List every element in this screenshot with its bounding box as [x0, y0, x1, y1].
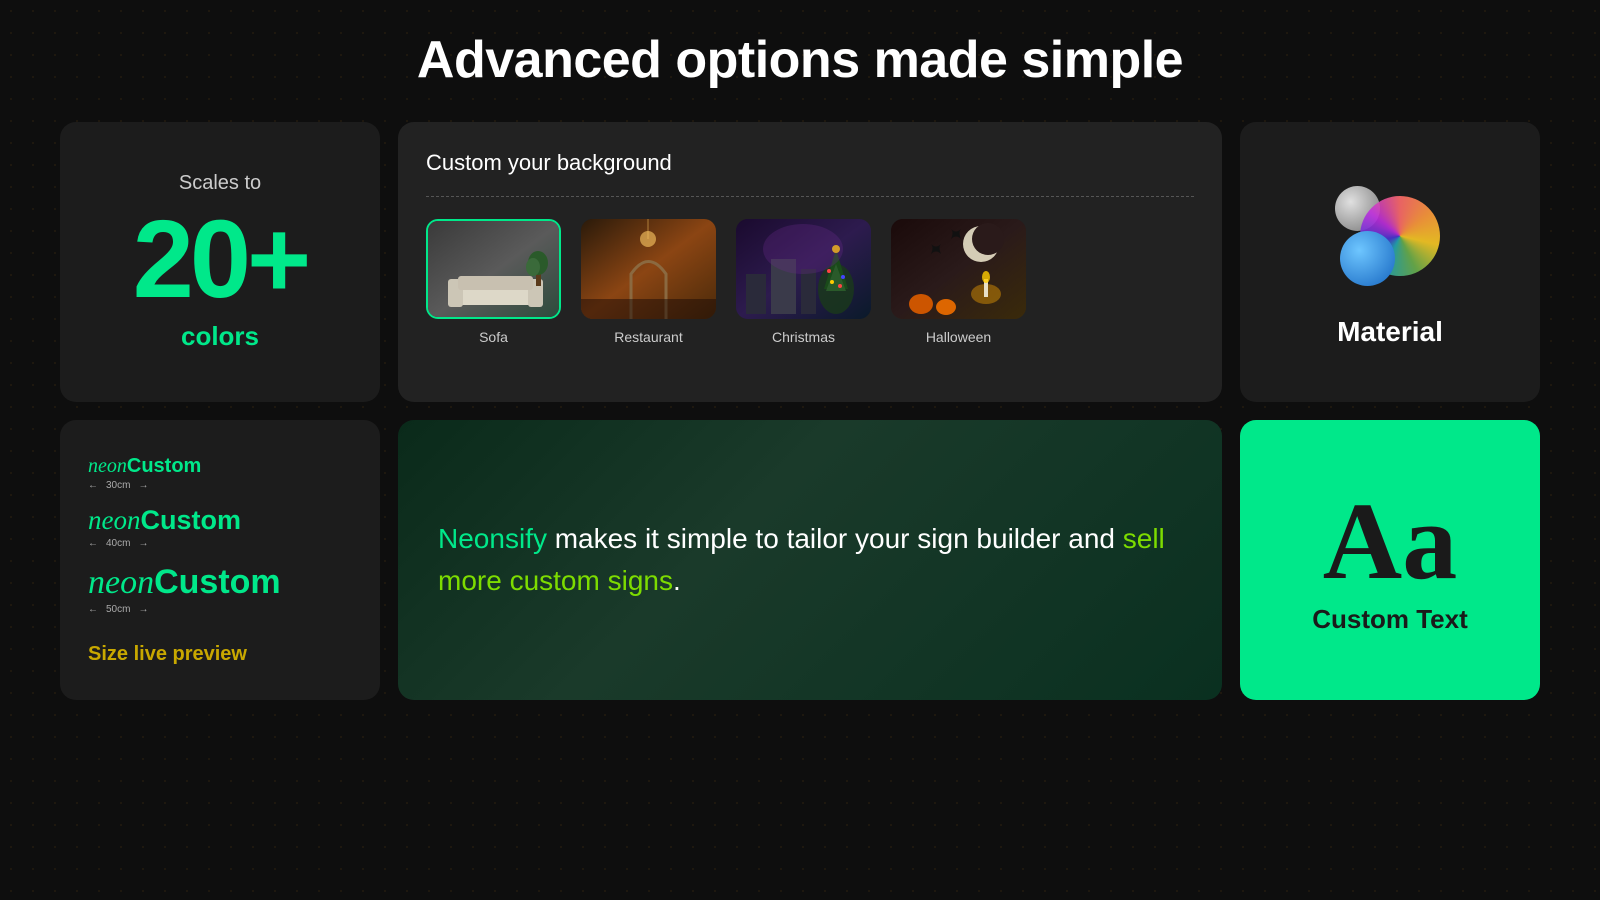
- scales-number: 20+: [133, 205, 308, 315]
- neon-text2: .: [673, 565, 681, 596]
- size-preview-label: Size live preview: [88, 643, 352, 666]
- neon-description-text: Neonsify makes it simple to tailor your …: [438, 518, 1182, 602]
- restaurant-label: Restaurant: [614, 329, 682, 345]
- sofa-label: Sofa: [479, 329, 508, 345]
- aa-display: Aa: [1323, 486, 1457, 596]
- card-size: neonCustom ← 30cm → neonCustom ← 40cm: [60, 420, 380, 700]
- bg-thumb-christmas[interactable]: Christmas: [736, 219, 871, 345]
- christmas-image: [736, 219, 871, 319]
- feature-grid: Scales to 20+ colors Custom your backgro…: [60, 122, 1540, 700]
- scales-label: Scales to: [179, 172, 261, 195]
- page-title: Advanced options made simple: [417, 30, 1183, 90]
- halloween-image: [891, 219, 1026, 319]
- background-title: Custom your background: [426, 150, 1194, 176]
- brand-name: Neonsify: [438, 523, 547, 554]
- sofa-image: [426, 219, 561, 319]
- card-material: Material: [1240, 122, 1540, 402]
- bg-thumb-halloween[interactable]: Halloween: [891, 219, 1026, 345]
- christmas-label: Christmas: [772, 329, 835, 345]
- neon-size-40: neonCustom ← 40cm →: [88, 505, 352, 549]
- card-background: Custom your background: [398, 122, 1222, 402]
- ruler-40: ← 40cm →: [88, 538, 148, 549]
- card-custom-text: Aa Custom Text: [1240, 420, 1540, 700]
- scales-colors: colors: [181, 321, 259, 352]
- background-thumbnails: Sofa: [426, 219, 1194, 345]
- neon-text1: makes it simple to tailor your sign buil…: [547, 523, 1123, 554]
- ruler-50: ← 50cm →: [88, 604, 148, 615]
- neon-size-30: neonCustom ← 30cm →: [88, 455, 352, 491]
- neon-size-50: neonCustom ← 50cm →: [88, 563, 352, 615]
- bg-thumb-restaurant[interactable]: Restaurant: [581, 219, 716, 345]
- custom-text-label: Custom Text: [1312, 604, 1468, 635]
- neon-text-50: neonCustom: [88, 563, 281, 602]
- orb-blue: [1340, 231, 1395, 286]
- halloween-label: Halloween: [926, 329, 991, 345]
- bg-thumb-sofa[interactable]: Sofa: [426, 219, 561, 345]
- neon-text-40: neonCustom: [88, 505, 241, 536]
- restaurant-image: [581, 219, 716, 319]
- ruler-30: ← 30cm →: [88, 480, 148, 491]
- material-orb: [1330, 176, 1450, 296]
- card-scales: Scales to 20+ colors: [60, 122, 380, 402]
- card-neon-description: Neonsify makes it simple to tailor your …: [398, 420, 1222, 700]
- neon-text-30: neonCustom: [88, 455, 201, 478]
- material-label: Material: [1337, 316, 1443, 348]
